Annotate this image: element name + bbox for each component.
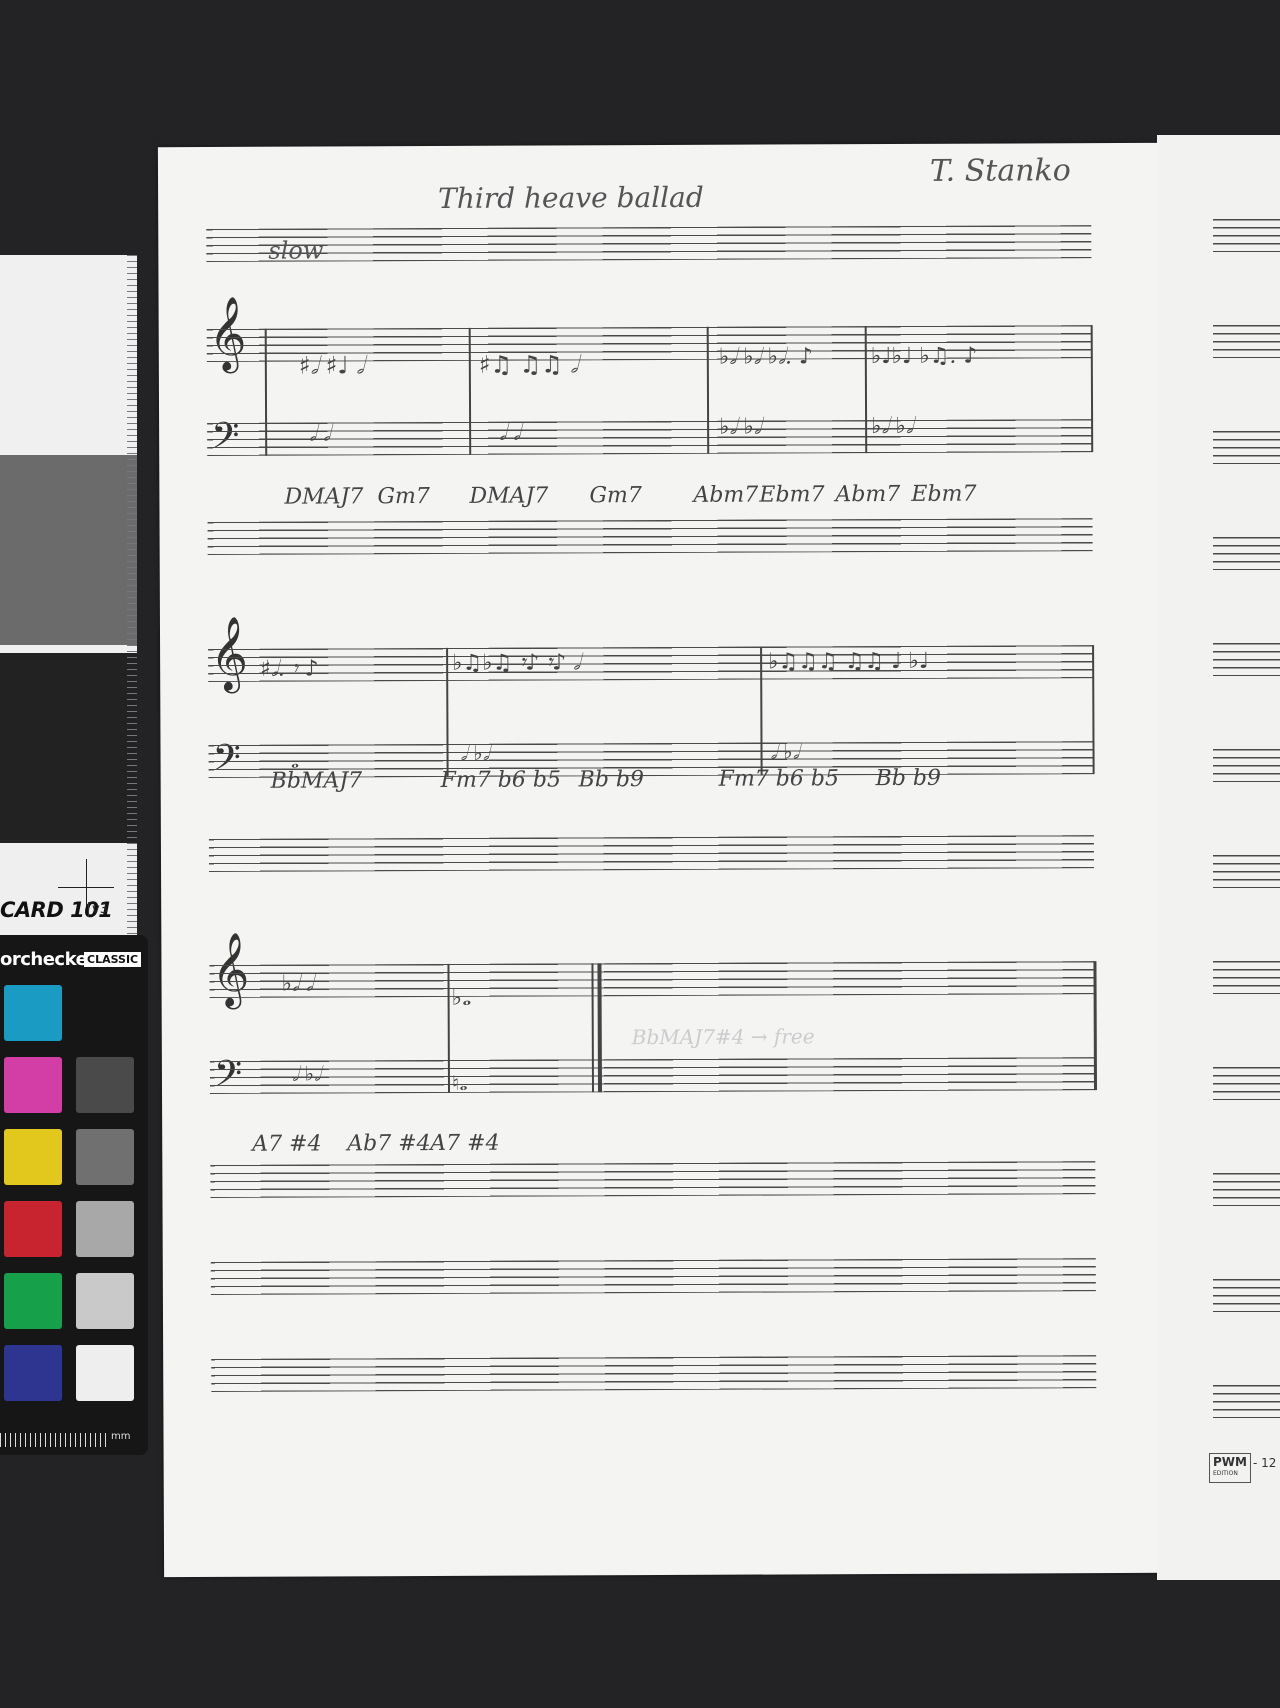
staff-line-group: [1213, 1385, 1280, 1418]
treble-staff: [208, 645, 1094, 682]
mm-scale: [0, 1433, 110, 1447]
chord-symbol: A7 #4: [430, 1130, 500, 1157]
staff-line-group: [210, 1258, 1096, 1295]
color-chip: [76, 1273, 134, 1329]
chord-symbols-system-3: A7 #4 Ab7 #4 A7 #4: [158, 143, 1158, 1157]
score-title: Third heave ballad: [438, 180, 704, 215]
note-cluster: ♭♫♫♫ ♫♫ ♩ ♭♩: [768, 648, 930, 675]
color-reference-card: CARD 101 v3: [0, 255, 137, 935]
note-cluster: ♯𝅗𝅥. 𝄾 ♪: [260, 656, 319, 682]
chord-symbol: DMAJ7: [469, 483, 549, 509]
repeat-barline: [597, 963, 603, 1093]
chord-symbol: Fm7 b6 b5: [718, 766, 839, 792]
note-cluster: ♯♫ ♫♫ 𝅗𝅥: [478, 350, 578, 379]
chord-symbol: Ebm7: [911, 481, 977, 507]
bass-notes: 𝅗𝅥 ♭𝅗𝅥: [770, 739, 800, 764]
white-patch: [0, 255, 137, 455]
chord-symbol: Abm7: [835, 481, 901, 508]
color-chip: [76, 1057, 134, 1113]
color-chip: [4, 1201, 62, 1257]
chord-symbol: BbMAJ7: [270, 768, 363, 794]
color-chip: [4, 985, 62, 1041]
staff-line-group: [1213, 855, 1280, 888]
ruler-ticks: [127, 255, 137, 935]
staff-line-group: [1213, 325, 1280, 358]
gray-patch: [0, 455, 137, 645]
chord-symbol: Bb b9: [578, 767, 645, 793]
composer-signature: T. Stanko: [929, 153, 1071, 189]
staff-line-group: [206, 225, 1092, 262]
bass-notes: 𝅗𝅥 𝅗𝅥: [499, 420, 521, 446]
faint-annotation: BbMAJ7#4 → free: [631, 1024, 815, 1050]
staff-line-group: [1213, 1173, 1280, 1206]
chord-symbols-system-1: DMAJ7 Gm7 DMAJ7 Gm7 Abm7 Ebm7 Abm7 Ebm7: [158, 143, 1158, 510]
staff-line-group: [1213, 1279, 1280, 1312]
staff-line-group: [1213, 1067, 1280, 1100]
color-chip: [76, 1201, 134, 1257]
bass-staff: [207, 419, 1093, 456]
bass-notes: 𝅗𝅥 ♭𝅗𝅥: [291, 1061, 321, 1086]
chord-symbol: Gm7: [589, 483, 642, 509]
divider: [0, 645, 137, 653]
card-version: v3: [88, 902, 108, 917]
color-chip: [76, 1345, 134, 1401]
color-checker: orchecker CLASSIC mm: [0, 935, 148, 1455]
note-cluster: ♭𝅗𝅥 ♭𝅗𝅥 ♭𝅗𝅥. ♪: [718, 344, 814, 370]
staff-line-group: [1213, 537, 1280, 570]
chord-symbol: Gm7: [377, 484, 430, 510]
chord-symbol: Ebm7: [759, 482, 825, 508]
chord-symbol: DMAJ7: [284, 484, 364, 510]
treble-staff: [209, 961, 1095, 998]
chord-symbol: Fm7 b6 b5: [440, 767, 561, 793]
staff-line-group: [1213, 219, 1280, 252]
color-chip: [4, 1057, 62, 1113]
bass-notes: ♭𝅗𝅥 ♭𝅗𝅥: [719, 414, 761, 440]
note-cluster: ♭𝅝: [451, 985, 471, 1011]
checker-brand: orchecker: [0, 949, 96, 970]
publisher-edition: EDITION: [1213, 1470, 1238, 1477]
mm-unit: mm: [111, 1431, 131, 1442]
color-chip: [76, 1129, 134, 1185]
bass-notes: 𝅗𝅥 ♭𝅗𝅥: [460, 740, 490, 765]
staff-line-group: [1213, 643, 1280, 676]
chord-symbol: Ab7 #4: [347, 1131, 431, 1157]
bass-staff: [209, 1057, 1096, 1094]
black-patch: [0, 653, 137, 843]
color-chip: [4, 1345, 62, 1401]
bass-notes: ♮𝅝: [451, 1070, 468, 1095]
chord-symbol: A7 #4: [252, 1131, 322, 1157]
color-chip: [4, 1129, 62, 1185]
color-chip: [4, 1273, 62, 1329]
color-chip: [76, 985, 134, 1041]
staff-line-group: [208, 835, 1095, 872]
barline: [1090, 325, 1094, 453]
page-number: - 12: [1253, 1456, 1277, 1470]
note-cluster: ♭♫♭♫ 𝄾♪ 𝄾♪ 𝅗𝅥: [452, 650, 581, 676]
staff-line-group: [1213, 749, 1280, 782]
bass-notes: ♭𝅗𝅥 ♭𝅗𝅥: [871, 413, 913, 440]
staff-line-group: [210, 1161, 1096, 1198]
staff-line-group: [207, 518, 1093, 555]
staff-line-group: [1213, 961, 1280, 994]
publisher-logo: PWM EDITION: [1209, 1453, 1251, 1483]
publisher-logo-text: PWM: [1213, 1455, 1247, 1469]
bass-notes: 𝅗𝅥 𝅗𝅥: [309, 421, 331, 447]
note-cluster: ♭𝅗𝅥 𝅗𝅥: [281, 971, 313, 997]
chord-symbol: Bb b9: [875, 765, 942, 792]
barline: [1092, 645, 1095, 775]
next-page-edge: PWM EDITION - 12: [1157, 135, 1280, 1580]
note-cluster: ♯𝅗𝅥 ♯♩ 𝅗𝅥: [298, 351, 364, 380]
tempo-marking: slow: [268, 236, 324, 265]
chord-symbol: Abm7: [693, 482, 759, 508]
final-barline: [1093, 961, 1098, 1091]
checker-badge: CLASSIC: [84, 952, 142, 967]
staff-line-group: [1213, 431, 1280, 464]
staff-line-group: [211, 1355, 1097, 1392]
note-cluster: ♭♩♭♩ ♭♫. ♪: [870, 343, 978, 370]
chord-symbols-system-2: BbMAJ7 Fm7 b6 b5 Bb b9 Fm7 b6 b5 Bb b9: [158, 143, 1158, 794]
score-page: Third heave ballad T. Stanko slow 𝄞 𝄢 ♯𝅗…: [157, 142, 1165, 1578]
scan-background: { "colorcard": { "label": "CARD 101", "v…: [0, 0, 1280, 1708]
